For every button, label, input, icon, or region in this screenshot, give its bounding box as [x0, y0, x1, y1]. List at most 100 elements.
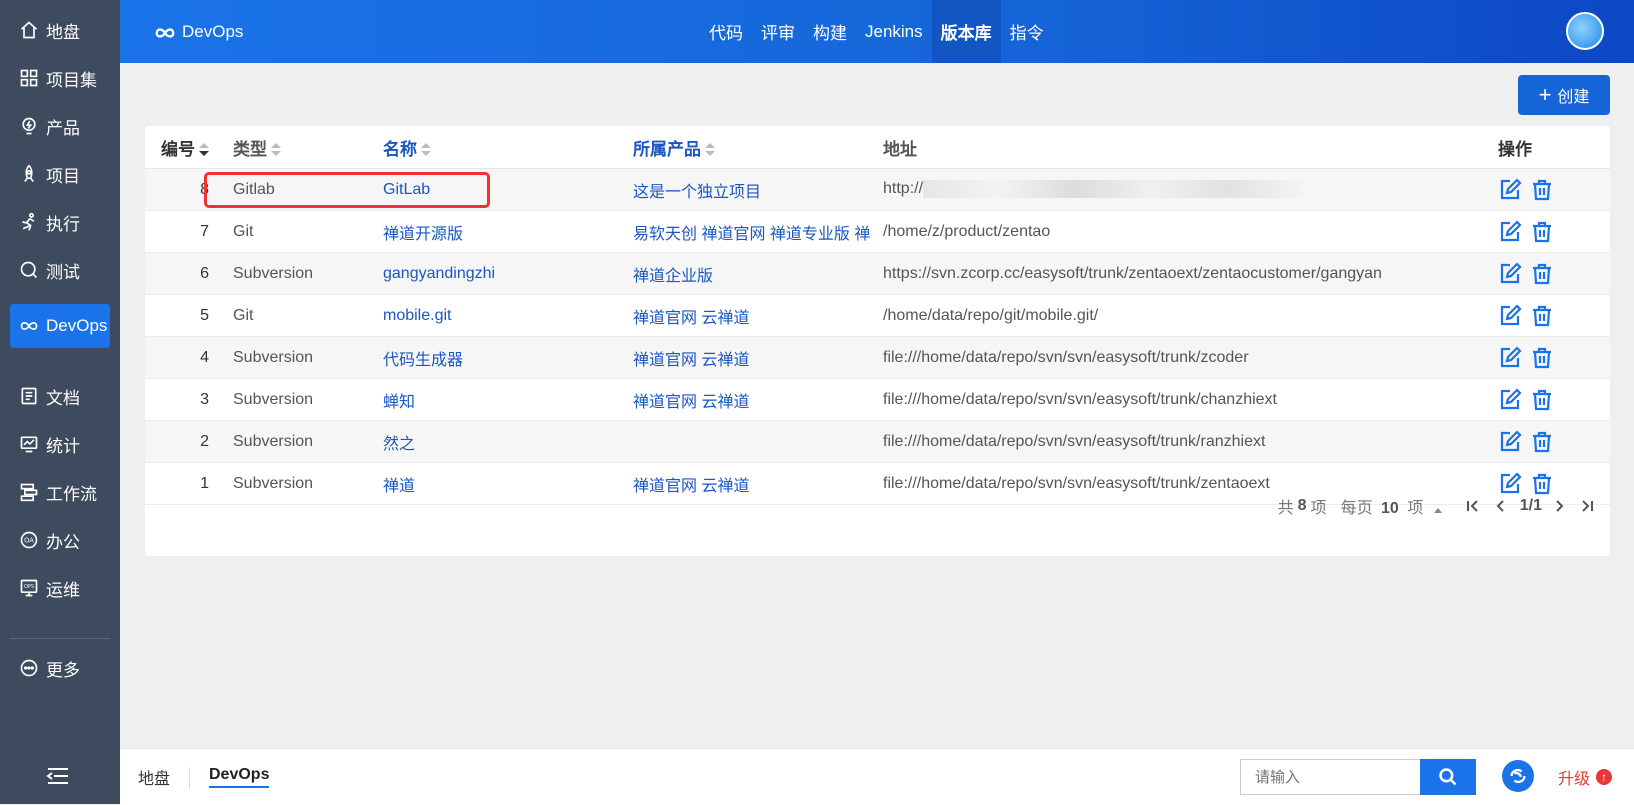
cell-path: /home/z/product/zentao	[883, 210, 1498, 253]
cell-product[interactable]	[633, 420, 883, 463]
sidebar-item-label: 项目	[46, 166, 80, 186]
nav-build[interactable]: 构建	[804, 0, 856, 63]
cell-product[interactable]: 禅道企业版	[633, 252, 883, 295]
cell-product[interactable]: 禅道官网 云禅道	[633, 294, 883, 337]
trash-icon[interactable]	[1530, 304, 1554, 328]
sidebar-item-label: 产品	[46, 118, 80, 138]
sidebar-item-label: 更多	[46, 660, 80, 680]
trash-icon[interactable]	[1530, 220, 1554, 244]
nav-jenkins[interactable]: Jenkins	[856, 0, 932, 63]
cell-product[interactable]: 这是一个独立项目	[633, 168, 883, 211]
infinity-icon	[154, 25, 176, 39]
first-page-button[interactable]	[1462, 495, 1484, 517]
trash-icon[interactable]	[1530, 472, 1554, 496]
last-page-icon	[1582, 500, 1593, 512]
sidebar-item-product[interactable]: 产品	[10, 104, 110, 148]
repo-name-link[interactable]: 然之	[383, 420, 633, 463]
sidebar-item-stats[interactable]: 统计	[10, 422, 110, 466]
sidebar-item-doc[interactable]: 文档	[10, 374, 110, 418]
nav-repo[interactable]: 版本库	[931, 0, 1001, 63]
cell-actions	[1498, 252, 1610, 295]
footer-crumb-home[interactable]: 地盘	[138, 749, 170, 805]
next-page-button[interactable]	[1548, 495, 1570, 517]
repo-name-link[interactable]: 蝉知	[383, 378, 633, 421]
sidebar-item-more[interactable]: 更多	[10, 646, 110, 690]
edit-icon[interactable]	[1498, 429, 1522, 454]
pager-total-suffix: 项	[1310, 500, 1327, 517]
sort-icon	[271, 143, 281, 157]
nav-review[interactable]: 评审	[752, 0, 804, 63]
edit-icon[interactable]	[1498, 177, 1522, 202]
edit-icon[interactable]	[1498, 303, 1522, 328]
sidebar-item-devops[interactable]: DevOps	[10, 304, 110, 348]
sidebar-item-program[interactable]: 项目集	[10, 56, 110, 100]
sidebar-item-execution[interactable]: 执行	[10, 200, 110, 244]
sort-icon	[199, 143, 209, 157]
column-header-name[interactable]: 名称	[383, 126, 633, 169]
avatar[interactable]	[1566, 12, 1604, 50]
edit-icon[interactable]	[1498, 219, 1522, 244]
first-page-icon	[1466, 500, 1478, 512]
sidebar-item-label: 工作流	[46, 484, 97, 504]
search-button[interactable]	[1420, 759, 1476, 795]
cell-path: /home/data/repo/git/mobile.git/	[883, 294, 1498, 337]
sort-icon	[705, 143, 715, 157]
cell-type: Git	[233, 210, 383, 253]
repo-name-link[interactable]: 代码生成器	[383, 336, 633, 379]
repo-name-link[interactable]: gangyandingzhi	[383, 252, 633, 295]
grid-icon	[18, 67, 40, 89]
column-header-product[interactable]: 所属产品	[633, 126, 883, 169]
cell-path: file:///home/data/repo/svn/svn/easysoft/…	[883, 378, 1498, 421]
edit-icon[interactable]	[1498, 471, 1522, 496]
trash-icon[interactable]	[1530, 262, 1554, 286]
cell-product[interactable]: 禅道官网 云禅道	[633, 462, 883, 505]
cell-product[interactable]: 易软天创 禅道官网 禅道专业版 禅	[633, 210, 883, 253]
search-input[interactable]	[1240, 759, 1420, 795]
last-page-button[interactable]	[1576, 495, 1598, 517]
sidebar-item-project[interactable]: 项目	[10, 152, 110, 196]
caret-up-icon	[1433, 508, 1442, 513]
repo-name-link[interactable]: GitLab	[383, 168, 633, 211]
search-icon	[1439, 768, 1457, 786]
trash-icon[interactable]	[1530, 346, 1554, 370]
collapse-menu-button[interactable]	[46, 766, 70, 786]
svg-text:OA: OA	[24, 537, 34, 545]
sidebar-item-office[interactable]: OA 办公	[10, 518, 110, 562]
nav-instructions[interactable]: 指令	[1001, 0, 1053, 63]
cell-product[interactable]: 禅道官网 云禅道	[633, 336, 883, 379]
top-nav: 代码 评审 构建 Jenkins 版本库 指令	[700, 0, 1053, 63]
per-page-selector[interactable]: 每页 10 项	[1341, 494, 1442, 518]
zentao-logo-icon[interactable]	[1502, 760, 1534, 792]
cell-actions	[1498, 336, 1610, 379]
edit-icon[interactable]	[1498, 387, 1522, 412]
edit-icon[interactable]	[1498, 261, 1522, 286]
column-header-type[interactable]: 类型	[233, 126, 383, 169]
create-button[interactable]: + 创建	[1518, 75, 1610, 115]
sidebar-item-label: 执行	[46, 214, 80, 234]
prev-page-button[interactable]	[1490, 495, 1512, 517]
sidebar-item-test[interactable]: 测试	[10, 248, 110, 292]
trash-icon[interactable]	[1530, 430, 1554, 454]
repo-name-link[interactable]: mobile.git	[383, 294, 633, 337]
column-header-id[interactable]: 编号	[145, 126, 233, 169]
magnifier-icon	[18, 259, 40, 281]
cell-id: 1	[145, 462, 233, 505]
footer-crumb-devops[interactable]: DevOps	[209, 749, 270, 805]
arrow-up-icon: ↑	[1596, 769, 1613, 785]
cell-path: file:///home/data/repo/svn/svn/easysoft/…	[883, 420, 1498, 463]
trash-icon[interactable]	[1530, 388, 1554, 412]
svg-text:OPS: OPS	[24, 584, 34, 590]
header: DevOps 代码 评审 构建 Jenkins 版本库 指令	[120, 0, 1634, 63]
trash-icon[interactable]	[1530, 178, 1554, 202]
cell-id: 8	[145, 168, 233, 211]
cell-product[interactable]: 禅道官网 云禅道	[633, 378, 883, 421]
sidebar-item-ops[interactable]: OPS 运维	[10, 566, 110, 610]
sidebar-item-workflow[interactable]: 工作流	[10, 470, 110, 514]
edit-icon[interactable]	[1498, 345, 1522, 370]
sidebar-item-home[interactable]: 地盘	[10, 8, 110, 52]
upgrade-button[interactable]: 升级 ↑	[1558, 749, 1613, 805]
collapse-icon	[46, 768, 68, 784]
repo-name-link[interactable]: 禅道	[383, 462, 633, 505]
repo-name-link[interactable]: 禅道开源版	[383, 210, 633, 253]
nav-code[interactable]: 代码	[700, 0, 752, 63]
